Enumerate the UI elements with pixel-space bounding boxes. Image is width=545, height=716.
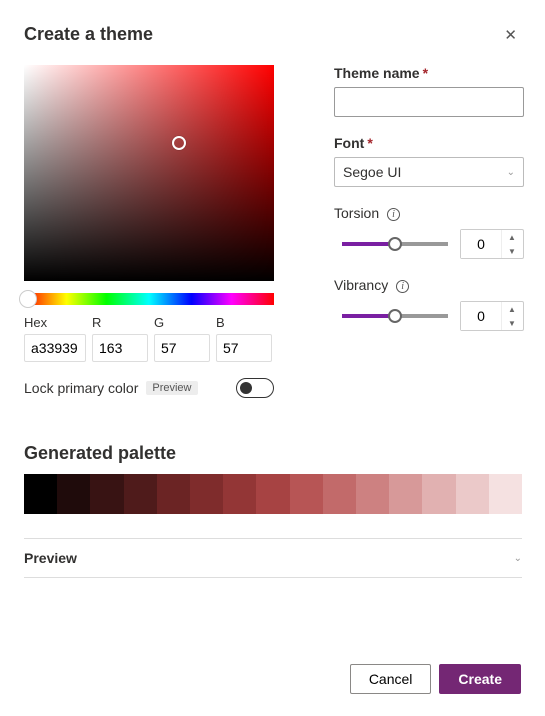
- vibrancy-slider[interactable]: [342, 314, 448, 318]
- create-button[interactable]: Create: [439, 664, 521, 694]
- font-label: Font*: [334, 135, 524, 151]
- generated-palette-heading: Generated palette: [24, 443, 521, 464]
- saturation-value-panel[interactable]: [24, 65, 274, 281]
- palette-swatch[interactable]: [456, 474, 489, 514]
- vibrancy-thumb[interactable]: [388, 309, 402, 323]
- sv-cursor[interactable]: [172, 136, 186, 150]
- font-selected: Segoe UI: [343, 164, 401, 180]
- vibrancy-down[interactable]: ▼: [502, 316, 522, 330]
- palette-swatch[interactable]: [290, 474, 323, 514]
- g-label: G: [154, 315, 210, 330]
- vibrancy-spinner[interactable]: ▲ ▼: [460, 301, 524, 331]
- palette-swatch[interactable]: [157, 474, 190, 514]
- lock-primary-label: Lock primary color: [24, 380, 138, 396]
- torsion-thumb[interactable]: [388, 237, 402, 251]
- palette-swatch[interactable]: [90, 474, 123, 514]
- torsion-up[interactable]: ▲: [502, 230, 522, 244]
- close-icon[interactable]: ✕: [500, 24, 521, 47]
- torsion-spinner[interactable]: ▲ ▼: [460, 229, 524, 259]
- preview-label: Preview: [24, 550, 77, 566]
- palette-swatch[interactable]: [489, 474, 522, 514]
- hex-input[interactable]: [24, 334, 86, 362]
- hex-label: Hex: [24, 315, 86, 330]
- palette-swatch[interactable]: [124, 474, 157, 514]
- torsion-slider[interactable]: [342, 242, 448, 246]
- palette-swatch[interactable]: [422, 474, 455, 514]
- font-select[interactable]: Segoe UI ⌄: [334, 157, 524, 187]
- generated-palette: [24, 474, 522, 514]
- lock-primary-toggle[interactable]: [236, 378, 274, 398]
- r-label: R: [92, 315, 148, 330]
- vibrancy-value[interactable]: [461, 302, 501, 330]
- preview-accordion[interactable]: Preview ⌄: [24, 538, 522, 578]
- preview-badge: Preview: [146, 381, 197, 395]
- hue-slider[interactable]: [24, 293, 274, 305]
- palette-swatch[interactable]: [190, 474, 223, 514]
- torsion-value[interactable]: [461, 230, 501, 258]
- palette-swatch[interactable]: [57, 474, 90, 514]
- vibrancy-up[interactable]: ▲: [502, 302, 522, 316]
- cancel-button[interactable]: Cancel: [350, 664, 432, 694]
- info-icon[interactable]: i: [387, 208, 400, 221]
- b-input[interactable]: [216, 334, 272, 362]
- palette-swatch[interactable]: [356, 474, 389, 514]
- b-label: B: [216, 315, 272, 330]
- torsion-down[interactable]: ▼: [502, 244, 522, 258]
- palette-swatch[interactable]: [24, 474, 57, 514]
- chevron-down-icon: ⌄: [507, 167, 515, 178]
- hue-cursor[interactable]: [19, 290, 37, 308]
- g-input[interactable]: [154, 334, 210, 362]
- palette-swatch[interactable]: [389, 474, 422, 514]
- chevron-down-icon: ⌄: [514, 553, 522, 564]
- r-input[interactable]: [92, 334, 148, 362]
- theme-name-input[interactable]: [334, 87, 524, 117]
- vibrancy-label: Vibrancy i: [334, 277, 524, 293]
- palette-swatch[interactable]: [223, 474, 256, 514]
- palette-swatch[interactable]: [323, 474, 356, 514]
- torsion-label: Torsion i: [334, 205, 524, 221]
- info-icon[interactable]: i: [396, 280, 409, 293]
- theme-name-label: Theme name*: [334, 65, 524, 81]
- palette-swatch[interactable]: [256, 474, 289, 514]
- page-title: Create a theme: [24, 24, 153, 45]
